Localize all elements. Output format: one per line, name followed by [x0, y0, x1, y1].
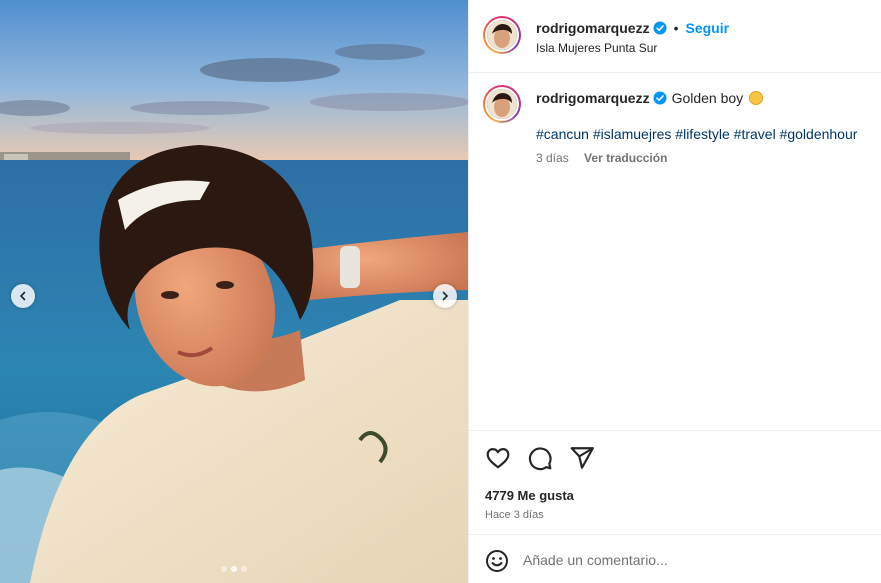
avatar-photo — [487, 89, 517, 119]
avatar-photo — [487, 20, 517, 50]
username-link[interactable]: rodrigomarquezz — [536, 20, 650, 36]
carousel-indicator — [221, 566, 247, 572]
post-actions-section: 4779 Me gusta Hace 3 días — [469, 430, 881, 534]
chevron-left-icon — [19, 291, 26, 301]
caption-age: 3 días — [536, 151, 569, 165]
avatar[interactable] — [483, 16, 521, 54]
follow-button[interactable]: Seguir — [685, 20, 729, 36]
carousel-dot-active — [231, 566, 237, 572]
carousel-next-button[interactable] — [433, 284, 457, 308]
sun-emoji-icon — [749, 91, 764, 105]
comment-bar — [469, 534, 881, 583]
caption-username-link[interactable]: rodrigomarquezz — [536, 90, 650, 106]
post-media[interactable] — [0, 0, 468, 583]
post-photo — [0, 0, 468, 583]
likes-count[interactable]: 4779 Me gusta — [485, 488, 574, 503]
separator-dot: • — [673, 20, 679, 36]
post-timestamp: Hace 3 días — [485, 509, 544, 521]
caption-text: Golden boy — [671, 90, 744, 106]
verified-badge-icon — [653, 91, 667, 105]
caption-hashtags[interactable]: #cancun #islamuejres #lifestyle #travel … — [536, 126, 857, 142]
carousel-dot — [221, 566, 227, 572]
post-header: rodrigomarquezz • Seguir Isla Mujeres Pu… — [469, 0, 881, 73]
heart-icon[interactable] — [485, 445, 511, 471]
see-translation-button[interactable]: Ver traducción — [584, 151, 667, 165]
comment-input[interactable] — [523, 547, 863, 573]
chevron-right-icon — [442, 291, 449, 301]
caption-avatar[interactable] — [483, 85, 521, 123]
carousel-prev-button[interactable] — [11, 284, 35, 308]
location-link[interactable]: Isla Mujeres Punta Sur — [536, 41, 657, 55]
verified-badge-icon — [653, 21, 667, 35]
emoji-icon[interactable] — [485, 549, 509, 573]
share-icon[interactable] — [569, 445, 595, 471]
comment-icon[interactable] — [527, 445, 553, 471]
action-bar — [485, 445, 595, 471]
caption-meta: 3 días Ver traducción — [536, 151, 667, 165]
post-side-panel: rodrigomarquezz • Seguir Isla Mujeres Pu… — [468, 0, 881, 583]
carousel-dot — [241, 566, 247, 572]
